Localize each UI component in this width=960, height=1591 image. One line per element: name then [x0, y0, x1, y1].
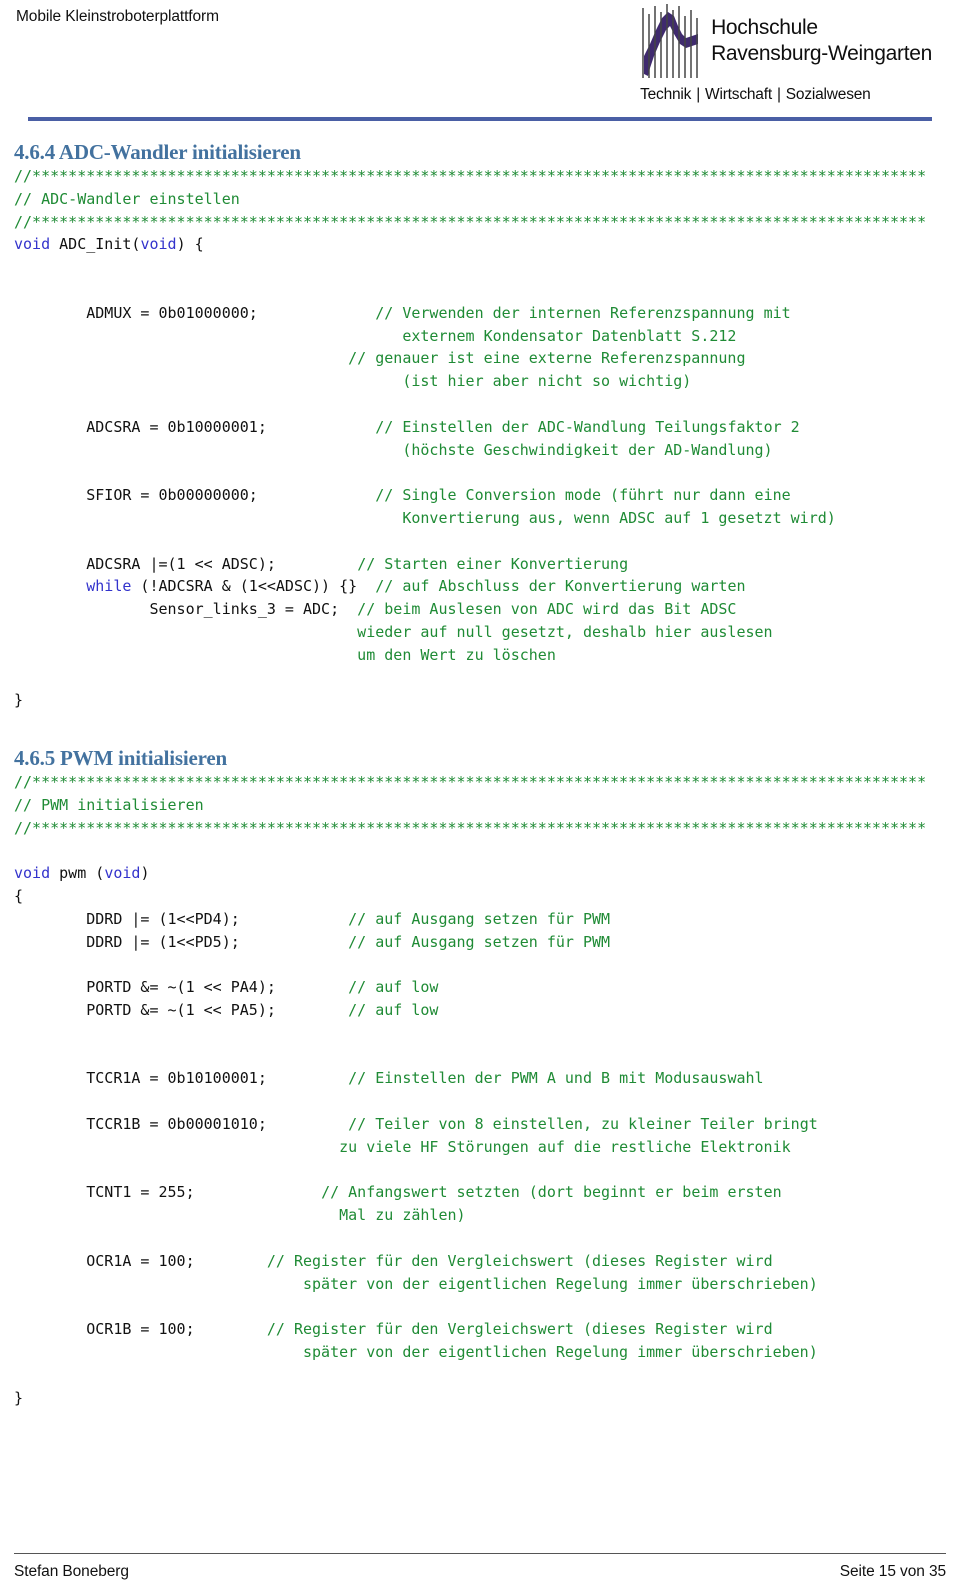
code-line-portd-pa5: PORTD &= ~(1 << PA5); [14, 1001, 276, 1020]
section-heading-pwm: 4.6.5 PWM initialisieren [14, 746, 227, 771]
code-banner-rule-bottom-pwm: //**************************************… [14, 818, 927, 837]
header-document-title: Mobile Kleinstroboterplattform [16, 8, 219, 25]
comment-tcnt1-1: // Anfangswert setzten (dort beginnt er … [321, 1183, 782, 1202]
keyword-void-pwm: void [14, 864, 51, 883]
code-open-brace-pwm: { [14, 887, 24, 906]
comment-adcsra-1: // Einstellen der ADC-Wandlung Teilungsf… [375, 417, 800, 436]
logo-line-ravensburg-weingarten: Ravensburg-Weingarten [711, 41, 932, 65]
logo-line-hochschule: Hochschule [711, 16, 818, 39]
university-logo: Hochschule Ravensburg-Weingarten Technik… [640, 4, 932, 104]
comment-ocr1a-1: // Register für den Vergleichswert (dies… [266, 1251, 773, 1270]
comment-adcsra-or: // Starten einer Konvertierung [357, 554, 629, 573]
comment-sfior-2: Konvertierung aus, wenn ADSC auf 1 geset… [375, 508, 836, 527]
comment-sfior-1: // Single Conversion mode (führt nur dan… [375, 486, 791, 505]
code-line-ocr1a: OCR1A = 100; [14, 1251, 195, 1270]
logo-subtitle-technik: Technik [640, 86, 692, 103]
document-content: 4.6.4 ADC-Wandler initialisieren //*****… [14, 140, 946, 1409]
logo-subtitle-sozialwesen: Sozialwesen [785, 86, 871, 103]
code-block-pwm-init: //**************************************… [14, 771, 946, 1409]
signature-tail-pwm: ) [140, 864, 150, 883]
keyword-void-param-pwm: void [104, 864, 141, 883]
footer-page-number: Seite 15 von 35 [839, 1563, 946, 1580]
function-name-adc-init: ADC_Init( [50, 235, 141, 254]
comment-tccr1a: // Einstellen der PWM A und B mit Modusa… [348, 1069, 764, 1088]
signature-tail-adc: ) { [176, 235, 204, 254]
code-closing-brace-adc: } [14, 691, 24, 710]
code-line-admux: ADMUX = 0b01000000; [14, 303, 258, 322]
code-banner-rule-top-pwm: //**************************************… [14, 773, 927, 792]
comment-tccr1b-1: // Teiler von 8 einstellen, zu kleiner T… [348, 1115, 818, 1134]
code-line-portd-pa4: PORTD &= ~(1 << PA4); [14, 978, 276, 997]
code-line-ddrd-pd4: DDRD |= (1<<PD4); [14, 909, 240, 928]
hrw-logo-mark [642, 4, 699, 78]
footer-divider-rule [14, 1553, 946, 1554]
code-line-while-tail: (!ADCSRA & (1<<ADSC)) {} [131, 577, 358, 596]
comment-tcnt1-2: Mal zu zählen) [339, 1206, 466, 1225]
comment-ocr1b-1: // Register für den Vergleichswert (dies… [266, 1320, 773, 1339]
comment-sensor-links-2: wieder auf null gesetzt, deshalb hier au… [357, 622, 773, 641]
header-divider-rule [28, 117, 932, 121]
comment-ddrd-pd4: // auf Ausgang setzen für PWM [348, 909, 611, 928]
code-banner-comment-pwm: // PWM initialisieren [14, 795, 204, 814]
keyword-while: while [86, 577, 132, 596]
comment-ocr1b-2: später von der eigentlichen Regelung imm… [302, 1343, 818, 1362]
keyword-void-param-adc: void [140, 235, 177, 254]
code-line-sfior: SFIOR = 0b00000000; [14, 486, 258, 505]
code-banner-comment-adc: // ADC-Wandler einstellen [14, 189, 240, 208]
comment-portd-pa4: // auf low [348, 978, 439, 997]
comment-portd-pa5: // auf low [348, 1001, 439, 1020]
footer-author: Stefan Boneberg [14, 1563, 129, 1580]
document-page: Mobile Kleinstroboterplattform Hochschul… [0, 0, 960, 1591]
comment-admux-2: externem Kondensator Datenblatt S.212 [375, 326, 737, 345]
logo-subtitle-separator-2: | [776, 86, 781, 103]
code-banner-rule-top-adc: //**************************************… [14, 167, 927, 185]
logo-subtitle: Technik | Wirtschaft | Sozialwesen [640, 86, 871, 104]
code-line-adcsra-or: ADCSRA |=(1 << ADSC); [14, 554, 276, 573]
logo-subtitle-separator-1: | [696, 86, 701, 103]
code-line-tccr1b: TCCR1B = 0b00001010; [14, 1115, 267, 1134]
document-header: Mobile Kleinstroboterplattform Hochschul… [14, 0, 946, 121]
comment-admux-3: // genauer ist eine externe Referenzspan… [348, 349, 746, 368]
section-heading-adc: 4.6.4 ADC-Wandler initialisieren [14, 140, 301, 164]
logo-subtitle-wirtschaft: Wirtschaft [705, 86, 772, 103]
code-line-tcnt1: TCNT1 = 255; [14, 1183, 195, 1202]
keyword-void-adc: void [14, 235, 51, 254]
comment-sensor-links-3: um den Wert zu löschen [357, 645, 556, 664]
code-closing-brace-pwm: } [14, 1388, 24, 1407]
document-footer: Stefan Boneberg Seite 15 von 35 [14, 1553, 946, 1581]
comment-adcsra-2: (höchste Geschwindigkeit der AD-Wandlung… [375, 440, 773, 459]
comment-admux-4: (ist hier aber nicht so wichtig) [375, 372, 692, 391]
function-name-pwm: pwm ( [50, 864, 105, 883]
code-line-ocr1b: OCR1B = 100; [14, 1320, 195, 1339]
code-line-tccr1a: TCCR1A = 0b10100001; [14, 1069, 267, 1088]
code-banner-rule-bottom-adc: //**************************************… [14, 212, 927, 231]
code-block-adc-init: //**************************************… [14, 165, 946, 712]
comment-ocr1a-2: später von der eigentlichen Regelung imm… [302, 1274, 818, 1293]
code-line-adcsra-assign: ADCSRA = 0b10000001; [14, 417, 267, 436]
comment-admux-1: // Verwenden der internen Referenzspannu… [375, 303, 791, 322]
comment-tccr1b-2: zu viele HF Störungen auf die restliche … [339, 1137, 791, 1156]
comment-ddrd-pd5: // auf Ausgang setzen für PWM [348, 932, 611, 951]
code-line-sensor-links: Sensor_links_3 = ADC; [14, 600, 340, 619]
code-line-ddrd-pd5: DDRD |= (1<<PD5); [14, 932, 240, 951]
comment-sensor-links-1: // beim Auslesen von ADC wird das Bit AD… [357, 600, 737, 619]
comment-while: // auf Abschluss der Konvertierung warte… [375, 577, 746, 596]
